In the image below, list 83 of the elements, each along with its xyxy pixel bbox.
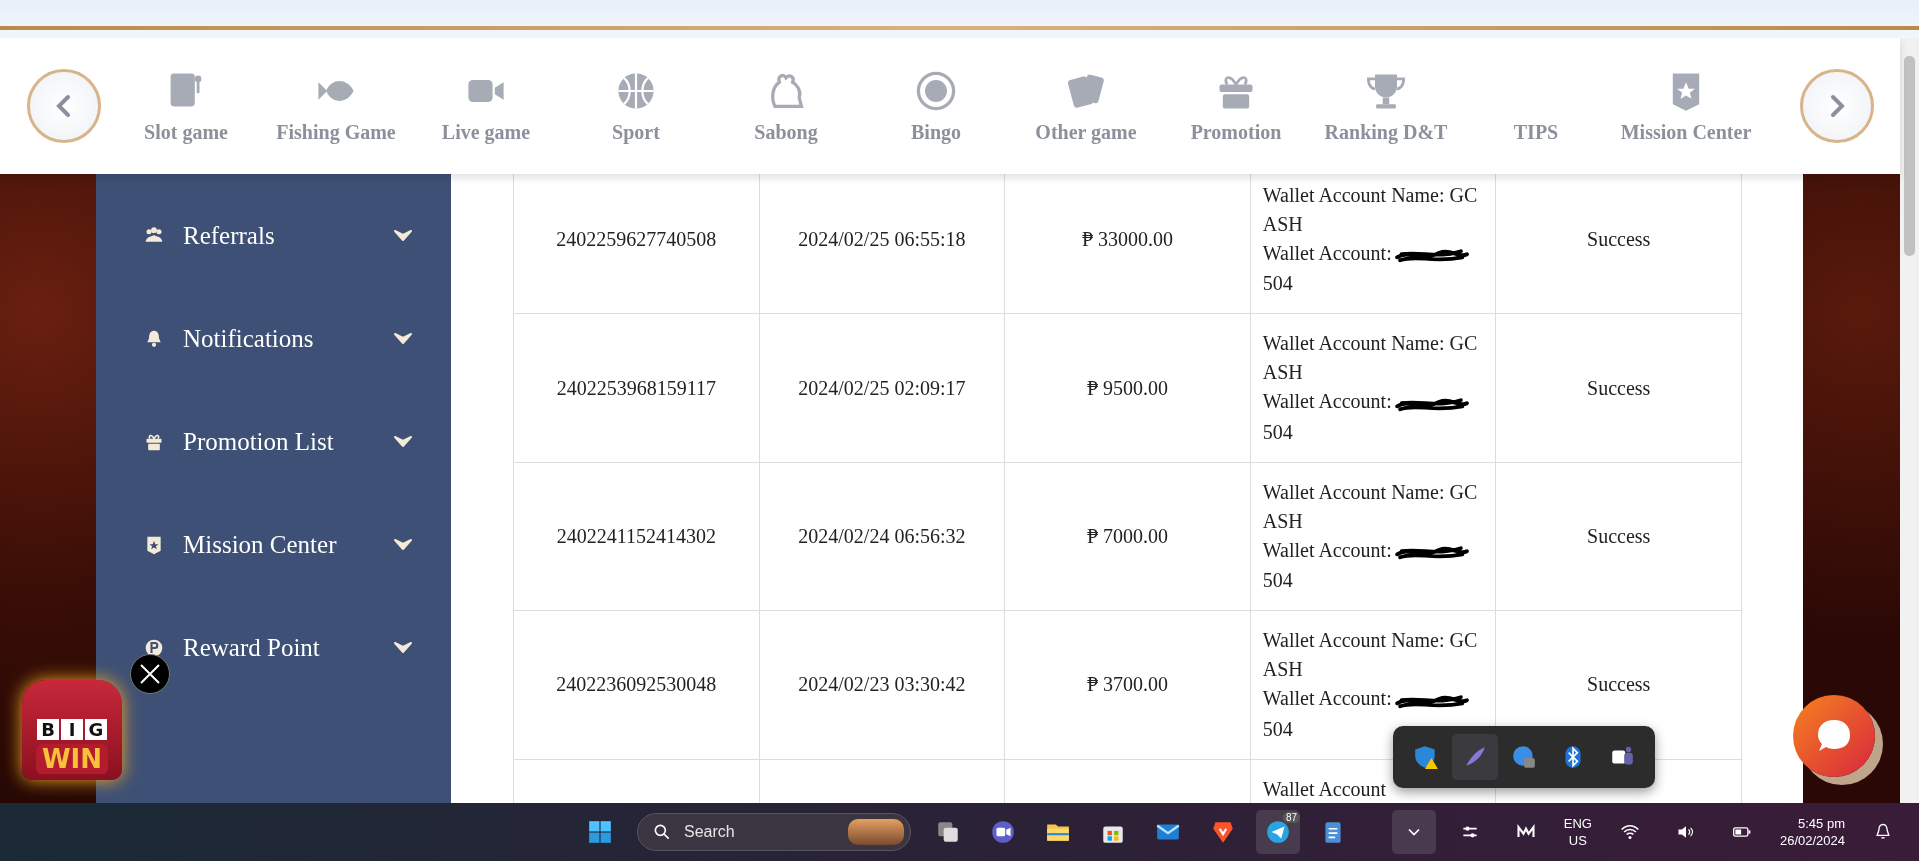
nav-item[interactable]: Other game	[1011, 68, 1161, 144]
transaction-time: 2024/02/25 06:55:18	[798, 228, 966, 251]
language-switcher[interactable]: ENG US	[1559, 815, 1596, 849]
nav-item[interactable]: Fishing Game	[261, 68, 411, 144]
sidebar-item[interactable]: Mission Center	[96, 493, 451, 596]
wallet-account-tail: 504	[1262, 420, 1293, 443]
sidebar-item[interactable]: Notifications	[96, 287, 451, 390]
amount: ₱ 9500.00	[1086, 376, 1169, 399]
close-icon	[139, 663, 161, 685]
order-number: 2402236092530048	[556, 673, 717, 696]
nav-label: Ranking D&T	[1324, 120, 1448, 144]
bell-icon	[1873, 822, 1893, 842]
wallet-account-label: Wallet Account:	[1262, 538, 1392, 561]
status-text: Success	[1587, 228, 1651, 251]
chevron-down-icon	[393, 640, 413, 655]
status-text: Success	[1587, 673, 1651, 696]
wifi-icon	[1619, 822, 1640, 842]
nav-label: Bingo	[911, 120, 961, 144]
wallet-account-label: Wallet Account:	[1262, 242, 1392, 264]
shield-warning-icon	[1412, 744, 1439, 770]
wallet-account-name: Wallet Account Name: GCASH	[1262, 331, 1479, 386]
scrollbar-thumb[interactable]	[1904, 56, 1915, 256]
nav-label: Sabong	[754, 120, 818, 144]
status-text: Success	[1587, 525, 1651, 547]
win-text: WIN	[35, 744, 109, 774]
search-highlight-picture	[848, 819, 904, 845]
coin-icon	[144, 637, 164, 658]
nav-label: Sport	[612, 120, 660, 144]
nav-item[interactable]: Live game	[411, 68, 561, 144]
nav-label: TIPS	[1513, 120, 1559, 144]
sidebar-item[interactable]: Promotion List	[96, 390, 451, 493]
reel-letter: I	[61, 719, 83, 740]
nav-item[interactable]: Bingo	[861, 68, 1011, 144]
amount: ₱ 33000.00	[1081, 228, 1174, 251]
notification-count: 87	[1282, 812, 1300, 823]
nav-label: Promotion	[1190, 120, 1282, 144]
order-number: 2402241152414302	[556, 525, 716, 547]
wallet-account-name: Wallet Account	[1262, 776, 1388, 802]
nav-item[interactable]: Slot game	[111, 68, 261, 144]
transaction-time: 2024/02/23 03:30:42	[798, 673, 966, 696]
chevron-down-icon	[393, 331, 413, 346]
amount: ₱ 3700.00	[1086, 673, 1169, 696]
order-number: 2402259627740508	[556, 228, 717, 251]
wallet-account-label: Wallet Account:	[1262, 687, 1392, 710]
nav-label: Slot game	[144, 120, 228, 144]
sidebar-item[interactable]: Referrals	[96, 184, 451, 287]
windows-logo-icon	[587, 819, 613, 845]
chevron-down-icon	[393, 228, 413, 243]
reel-letter: G	[85, 719, 107, 740]
wallet-account-tail: 504	[1262, 272, 1293, 295]
nav-item[interactable]: Mission Center	[1611, 68, 1761, 144]
nav-label: Live game	[441, 120, 531, 144]
nav-label: Other game	[1035, 120, 1137, 144]
paper-plane-icon	[1265, 819, 1291, 845]
nav-item[interactable]: Sabong	[711, 68, 861, 144]
nav-label: Fishing Game	[276, 120, 396, 144]
chevron-down-icon	[393, 434, 413, 449]
messenger-button[interactable]: 87	[1256, 810, 1300, 854]
nav-item[interactable]: Ranking D&T	[1311, 68, 1461, 144]
chevron-down-icon	[393, 537, 413, 552]
transaction-time: 2024/02/25 02:09:17	[798, 376, 966, 399]
nav-item[interactable]: TIPS	[1461, 68, 1611, 144]
order-number: 2402253968159117	[556, 376, 716, 399]
badge-icon	[144, 534, 164, 555]
slot-machine-badge[interactable]: B I G WIN	[22, 680, 122, 780]
nav-item[interactable]: Promotion	[1161, 68, 1311, 144]
nav-item[interactable]: Sport	[561, 68, 711, 144]
wallet-account-label: Wallet Account:	[1262, 390, 1392, 413]
amount: ₱ 7000.00	[1086, 525, 1169, 547]
nav-label: Mission Center	[1620, 120, 1752, 144]
globe-icon	[1510, 744, 1537, 770]
wallet-account-tail: 504	[1262, 569, 1293, 592]
wallet-account-name: Wallet Account Name: GCASH	[1262, 628, 1479, 683]
wallet-account-name: Wallet Account Name: GCASH	[1262, 183, 1479, 237]
wallet-account-tail: 504	[1262, 717, 1293, 740]
clock[interactable]: 5:45 pm 26/02/2024	[1775, 815, 1849, 849]
status-text: Success	[1587, 376, 1651, 399]
search-icon	[652, 822, 672, 842]
transaction-time: 2024/02/24 06:56:32	[798, 525, 966, 547]
reel-letter: B	[37, 719, 59, 740]
video-chat-icon	[990, 819, 1016, 845]
overlapping-windows-icon	[935, 819, 961, 845]
wallet-account-name: Wallet Account Name: GCASH	[1262, 479, 1479, 534]
